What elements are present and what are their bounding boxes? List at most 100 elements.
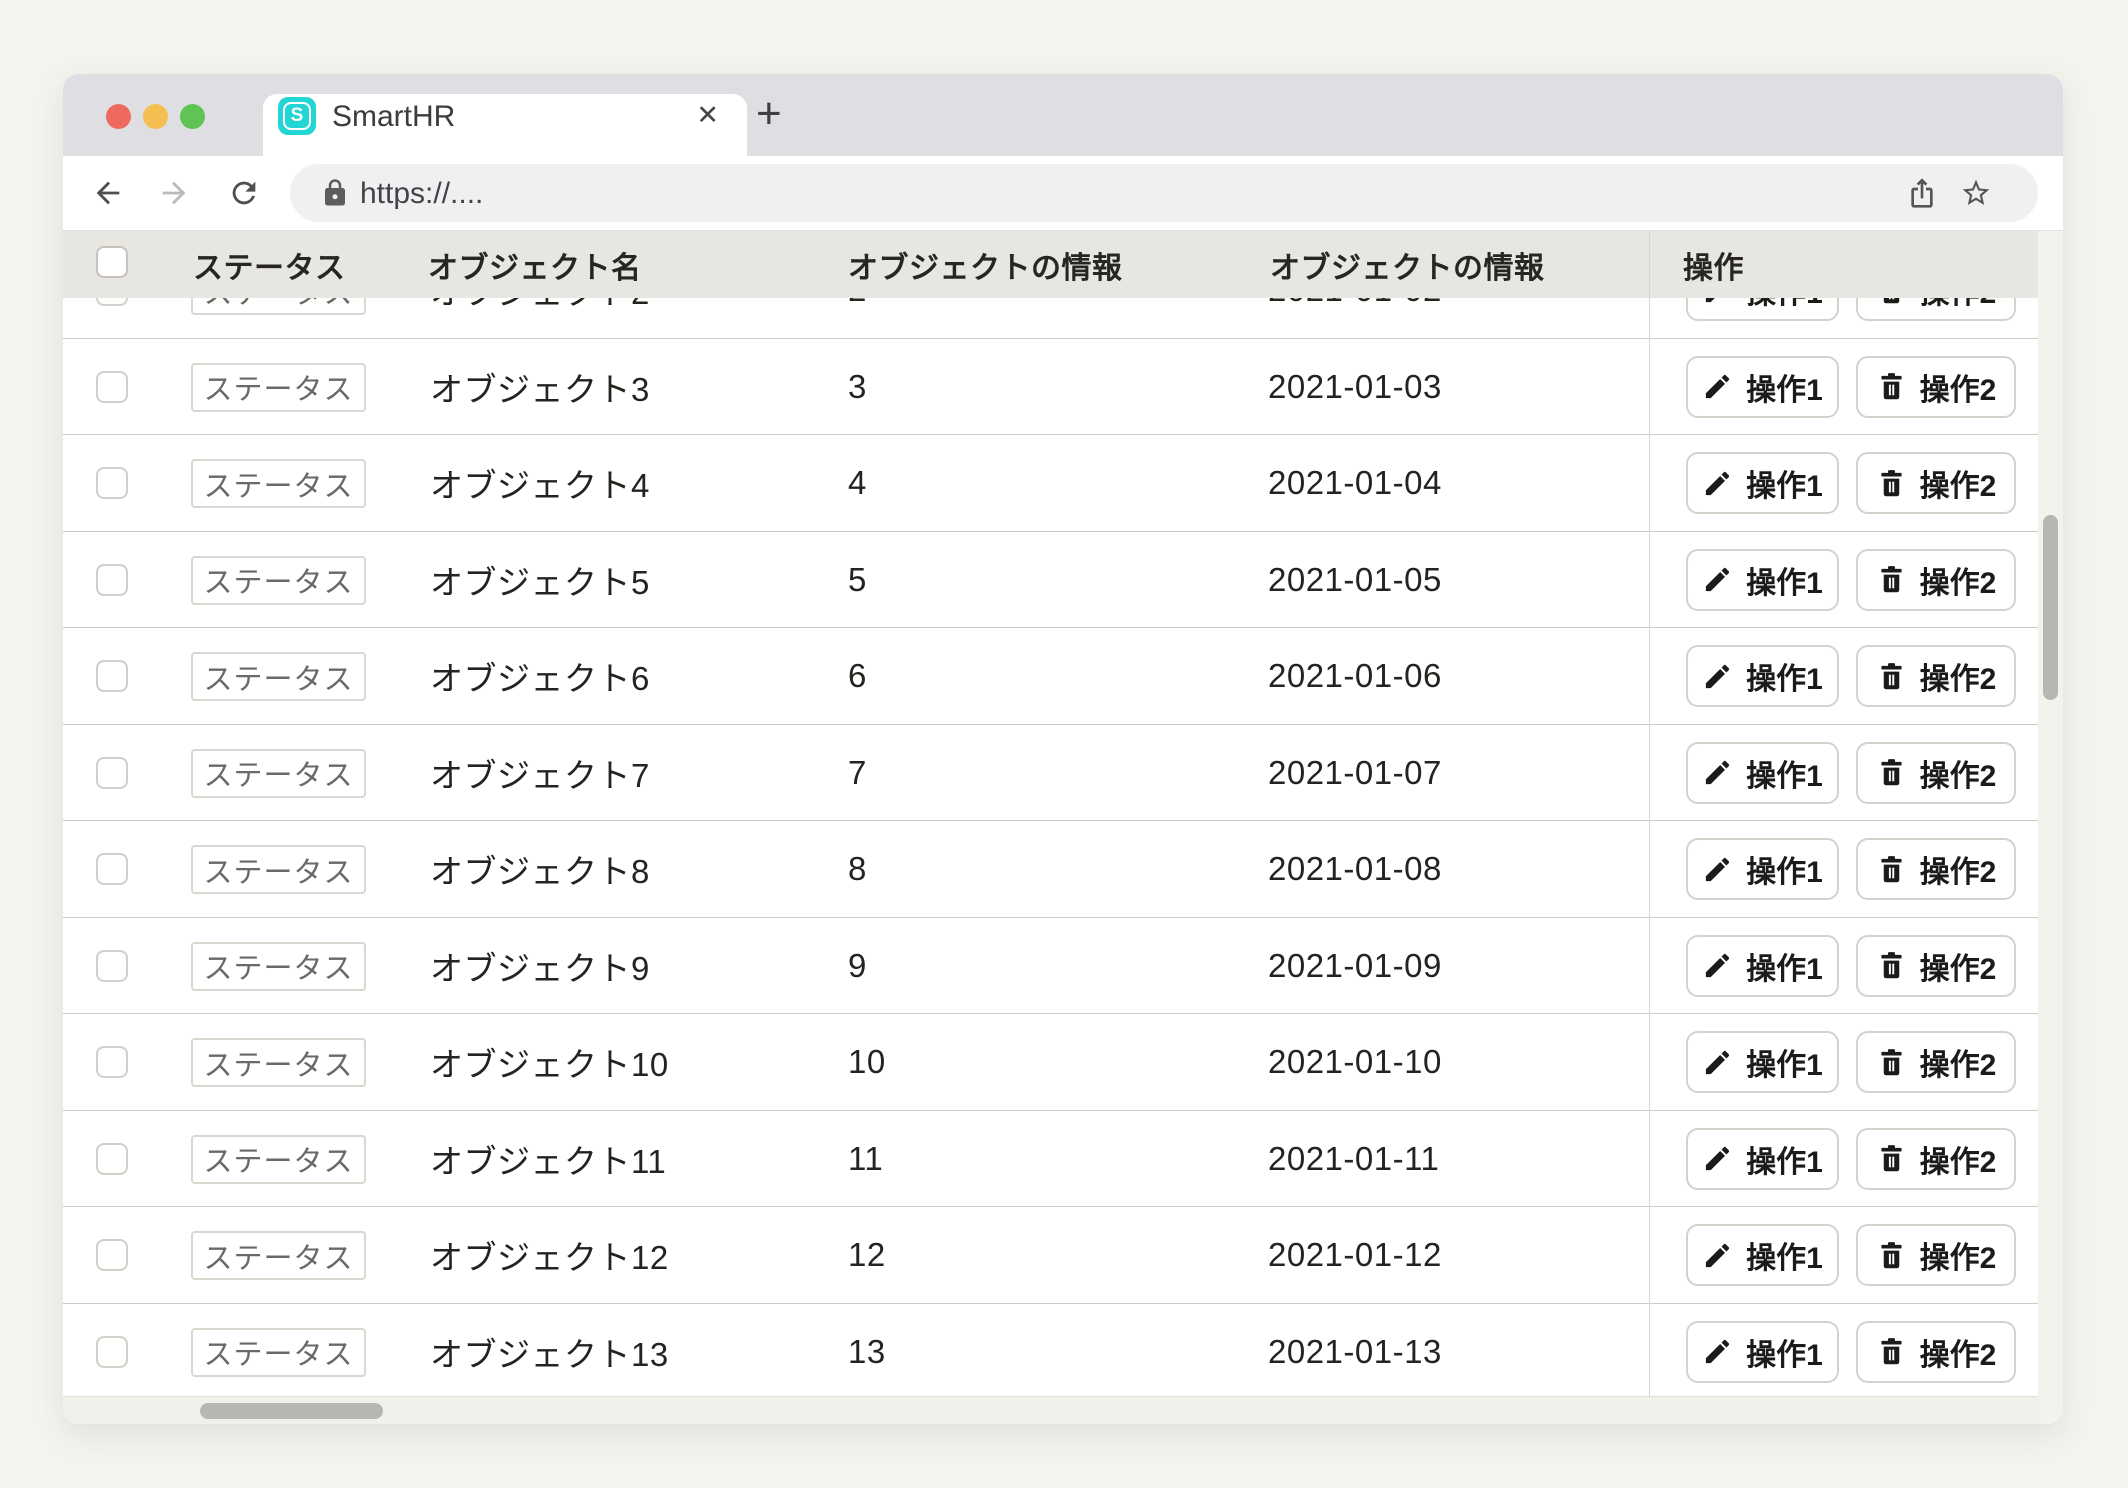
close-window-button[interactable] [106,104,131,129]
action1-button[interactable]: 操作1 [1686,1128,1839,1190]
trash-icon [1876,1143,1907,1174]
minimize-window-button[interactable] [143,104,168,129]
action1-button[interactable]: 操作1 [1686,1321,1839,1383]
row-checkbox[interactable] [96,1143,128,1175]
action2-button[interactable]: 操作2 [1856,742,2016,804]
row-checkbox[interactable] [96,950,128,982]
action2-label: 操作2 [1920,751,1997,795]
horizontal-scrollbar-thumb[interactable] [200,1403,383,1419]
action2-button[interactable]: 操作2 [1856,645,2016,707]
row-checkbox[interactable] [96,1239,128,1271]
status-badge: ステータス [191,363,366,412]
trash-icon [1876,1047,1907,1078]
row-checkbox[interactable] [96,564,128,596]
header-status: ステータス [193,231,346,298]
status-badge: ステータス [191,845,366,894]
action1-label: 操作1 [1746,365,1823,409]
vertical-scrollbar[interactable] [2038,231,2063,1424]
pencil-icon [1702,564,1733,595]
share-icon[interactable] [1906,177,1938,209]
status-badge: ステータス [191,1135,366,1184]
action2-button[interactable]: 操作2 [1856,1031,2016,1093]
status-badge: ステータス [191,652,366,701]
reload-icon[interactable] [227,176,261,210]
actions-row: 操作1 操作2 [1650,628,2038,725]
trash-icon [1876,468,1907,499]
action2-label: 操作2 [1920,461,1997,505]
page-content: ステータス オブジェクト2 2 2021-01-02 ステータス オブジェクト3… [63,230,2063,1424]
bookmark-star-icon[interactable] [1960,177,1992,209]
zoom-window-button[interactable] [180,104,205,129]
url-text: https://.... [360,177,483,211]
object-info2-cell: 2021-01-12 [1268,1207,1442,1304]
trash-icon [1876,1336,1907,1367]
status-badge: ステータス [191,459,366,508]
row-checkbox[interactable] [96,660,128,692]
object-info1-cell: 7 [848,725,867,822]
actions-row: 操作1 操作2 [1650,435,2038,532]
action2-button[interactable]: 操作2 [1856,838,2016,900]
object-info2-cell: 2021-01-06 [1268,628,1442,725]
action1-button[interactable]: 操作1 [1686,1031,1839,1093]
trash-icon [1876,854,1907,885]
action2-button[interactable]: 操作2 [1856,356,2016,418]
action2-button[interactable]: 操作2 [1856,1128,2016,1190]
action1-button[interactable]: 操作1 [1686,452,1839,514]
action2-button[interactable]: 操作2 [1856,452,2016,514]
action1-label: 操作1 [1746,1137,1823,1181]
action1-button[interactable]: 操作1 [1686,645,1839,707]
browser-window: S SmartHR ✕ + https://.... ステータス [63,74,2063,1424]
action2-button[interactable]: 操作2 [1856,549,2016,611]
action1-label: 操作1 [1746,944,1823,988]
header-object-name: オブジェクト名 [428,231,642,298]
row-checkbox[interactable] [96,853,128,885]
trash-icon [1876,661,1907,692]
row-checkbox[interactable] [96,467,128,499]
action1-button[interactable]: 操作1 [1686,838,1839,900]
object-name-cell: オブジェクト5 [430,532,650,629]
object-name-cell: オブジェクト4 [430,435,650,532]
address-bar[interactable]: https://.... [290,164,2038,222]
vertical-scrollbar-thumb[interactable] [2043,515,2058,700]
actions-column-header: 操作 [1650,231,2038,298]
select-all-checkbox[interactable] [96,246,128,278]
action2-label: 操作2 [1920,944,1997,988]
row-checkbox[interactable] [96,757,128,789]
action2-label: 操作2 [1920,1330,1997,1374]
status-badge: ステータス [191,1231,366,1280]
row-checkbox[interactable] [96,1046,128,1078]
row-checkbox[interactable] [96,1336,128,1368]
pencil-icon [1702,1336,1733,1367]
action1-button[interactable]: 操作1 [1686,1224,1839,1286]
status-badge: ステータス [191,556,366,605]
action2-button[interactable]: 操作2 [1856,935,2016,997]
action1-label: 操作1 [1746,1330,1823,1374]
object-name-cell: オブジェクト11 [430,1111,666,1208]
action2-button[interactable]: 操作2 [1856,1321,2016,1383]
header-object-info-2: オブジェクトの情報 [1270,231,1545,298]
action1-button[interactable]: 操作1 [1686,549,1839,611]
trash-icon [1876,564,1907,595]
object-info2-cell: 2021-01-11 [1268,1111,1439,1208]
object-info1-cell: 12 [848,1207,886,1304]
object-info1-cell: 4 [848,435,867,532]
pencil-icon [1702,1240,1733,1271]
browser-tab[interactable]: S SmartHR ✕ [263,94,747,156]
action1-button[interactable]: 操作1 [1686,935,1839,997]
new-tab-button[interactable]: + [756,92,782,136]
row-checkbox[interactable] [96,371,128,403]
header-object-info-1: オブジェクトの情報 [848,231,1123,298]
object-info1-cell: 8 [848,821,867,918]
action1-button[interactable]: 操作1 [1686,742,1839,804]
close-tab-icon[interactable]: ✕ [696,99,719,131]
forward-icon[interactable] [157,176,191,210]
actions-row: 操作1 操作2 [1650,1014,2038,1111]
action1-button[interactable]: 操作1 [1686,356,1839,418]
pencil-icon [1702,1047,1733,1078]
back-icon[interactable] [91,176,125,210]
horizontal-scrollbar[interactable] [63,1396,2038,1424]
object-name-cell: オブジェクト8 [430,821,650,918]
action2-button[interactable]: 操作2 [1856,1224,2016,1286]
smarthr-favicon-icon: S [278,97,316,135]
action2-label: 操作2 [1920,654,1997,698]
